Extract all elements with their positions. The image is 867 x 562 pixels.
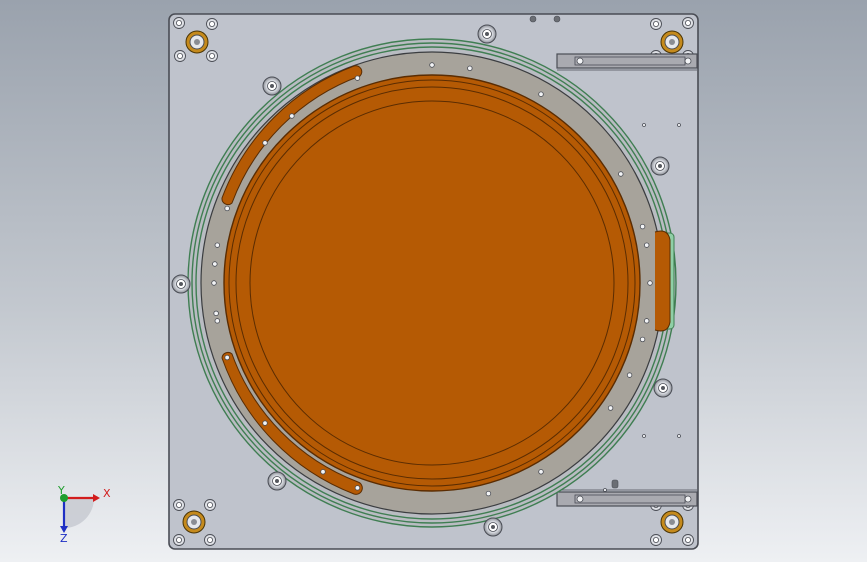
ring-hole — [639, 336, 646, 343]
ring-hole — [224, 205, 230, 212]
ring-hole — [214, 318, 221, 324]
ring-hole — [289, 113, 295, 119]
cad-drawing: X Y Z — [57, 13, 699, 550]
ring-hole — [538, 91, 544, 97]
ring-hole — [538, 469, 544, 475]
copper-platter — [235, 86, 629, 480]
top-right-bracket — [556, 53, 698, 71]
ring-hole — [626, 372, 633, 378]
ring-hole — [213, 310, 219, 317]
ring-hole — [354, 485, 361, 491]
ring-hole — [643, 242, 650, 248]
hub-bolt — [650, 156, 670, 176]
ring-hole — [214, 242, 221, 248]
hub-bolt — [171, 274, 191, 294]
ring-hole — [354, 75, 361, 81]
ring-hole — [262, 140, 268, 146]
x-axis-label: X — [103, 487, 111, 500]
ring-hole — [224, 354, 230, 361]
ring-hole — [485, 490, 492, 497]
ring-hole — [643, 318, 650, 324]
ring-hole — [320, 469, 326, 475]
ring-hole — [618, 171, 624, 177]
ring-hole — [607, 405, 614, 411]
x-axis-arrowhead — [93, 494, 100, 502]
y-axis-label: Y — [57, 484, 65, 497]
hub-bolt — [483, 517, 503, 537]
hub-bolt — [267, 471, 287, 491]
ring-hole — [429, 62, 435, 68]
hub-bolt — [653, 378, 673, 398]
hub-bolt — [477, 24, 497, 44]
ring-hole — [212, 261, 218, 267]
turntable-assembly — [187, 38, 677, 528]
z-axis-label: Z — [60, 532, 68, 545]
view-triad: X Y Z — [57, 484, 111, 545]
ring-hole — [639, 223, 646, 230]
hub-bolt — [262, 76, 282, 96]
ring-hole — [262, 420, 268, 426]
ring-hole — [467, 65, 473, 72]
bottom-right-bracket — [556, 489, 698, 507]
ring-hole — [211, 280, 217, 286]
cad-viewport[interactable]: X Y Z — [0, 0, 867, 562]
ring-hole — [647, 280, 653, 286]
